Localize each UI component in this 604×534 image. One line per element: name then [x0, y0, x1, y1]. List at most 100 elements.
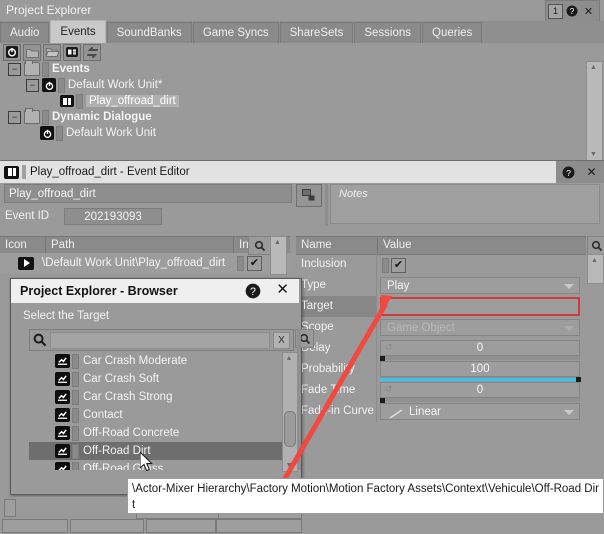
property-row-probability[interactable]: Probability 100: [296, 359, 586, 382]
list-item[interactable]: Contact: [29, 406, 294, 424]
shortcut-button[interactable]: [296, 184, 322, 207]
event-name-field[interactable]: Play_offroad_dirt: [4, 184, 292, 203]
probability-value[interactable]: 100: [380, 361, 580, 377]
project-explorer-tree[interactable]: − Events − Default Work Unit* Play_offro…: [0, 61, 580, 159]
browser-search-input[interactable]: [50, 331, 270, 349]
list-item[interactable]: Car Crash Moderate: [29, 352, 294, 370]
clear-search-button[interactable]: X: [273, 331, 290, 349]
tree-item-dynamic-dialogue[interactable]: − Dynamic Dialogue: [0, 108, 580, 125]
column-path[interactable]: Path: [46, 237, 234, 254]
property-row-type[interactable]: Type Play: [296, 275, 586, 296]
tree-item-default-work-unit[interactable]: − Default Work Unit*: [0, 77, 580, 93]
event-icon[interactable]: [63, 43, 81, 61]
property-value[interactable]: 100: [378, 359, 586, 382]
action-table-row[interactable]: \Default Work Unit\Play_offroad_dirt ✔: [0, 253, 290, 273]
inclusion-checkbox[interactable]: ✔: [391, 258, 406, 273]
notes-field[interactable]: Notes: [330, 184, 600, 224]
scroll-up-icon[interactable]: ▲: [283, 353, 295, 364]
property-row-delay[interactable]: Delay 0 ↺: [296, 338, 586, 361]
reset-icon[interactable]: ↺: [383, 384, 394, 395]
chevron-down-icon: [564, 410, 574, 415]
property-value[interactable]: Linear: [378, 401, 586, 422]
tree-item-events[interactable]: − Events: [0, 61, 580, 77]
property-value[interactable]: 0 ↺: [378, 380, 586, 403]
scroll-up-icon[interactable]: ▲: [588, 255, 601, 266]
tab-soundbanks[interactable]: SoundBanks: [106, 22, 192, 43]
tab-events[interactable]: Events: [50, 20, 106, 43]
search-icon: [30, 333, 50, 347]
list-item[interactable]: Off-Road Concrete: [29, 424, 294, 442]
scope-combobox[interactable]: Game Object: [380, 319, 580, 336]
column-icon[interactable]: Icon: [0, 237, 46, 254]
project-explorer-scrollbar[interactable]: ▲ ▼: [586, 61, 603, 161]
tree-item-label: Dynamic Dialogue: [52, 111, 152, 123]
list-item[interactable]: Off-Road Grass: [29, 460, 294, 470]
fade-in-curve-combobox[interactable]: Linear: [380, 403, 580, 420]
tree-item-dd-default-work-unit[interactable]: Default Work Unit: [0, 125, 580, 141]
tree-expander[interactable]: −: [8, 110, 21, 124]
new-folder-icon[interactable]: [23, 43, 41, 61]
property-value[interactable]: ✔: [378, 254, 586, 275]
work-unit-icon[interactable]: [3, 43, 21, 61]
properties-search-icon[interactable]: [587, 236, 604, 255]
list-item-selected[interactable]: Off-Road Dirt: [29, 442, 294, 460]
column-name[interactable]: Name: [296, 237, 378, 254]
tooltip-text: \Actor-Mixer Hierarchy\Factory Motion\Mo…: [132, 483, 599, 511]
window-count-button[interactable]: 1: [548, 3, 563, 19]
property-row-target[interactable]: Target: [296, 296, 586, 317]
tab-queries[interactable]: Queries: [422, 22, 483, 43]
help-icon[interactable]: ?: [245, 283, 261, 299]
action-table-scrollbar[interactable]: ▲: [270, 236, 287, 275]
list-item[interactable]: Car Crash Strong: [29, 388, 294, 406]
tree-expander[interactable]: −: [26, 78, 39, 92]
column-value[interactable]: Value: [378, 237, 585, 254]
tab-audio[interactable]: Audio: [0, 22, 50, 43]
scroll-down-icon[interactable]: ▼: [283, 460, 295, 471]
property-row-inclusion[interactable]: Inclusion ✔: [296, 254, 586, 275]
open-folder-icon[interactable]: [43, 43, 61, 61]
target-field[interactable]: [380, 297, 580, 316]
svg-text:?: ?: [569, 7, 574, 16]
scroll-up-icon[interactable]: ▲: [271, 237, 284, 248]
tree-item-play-offroad-dirt[interactable]: Play_offroad_dirt: [0, 93, 580, 109]
action-table-search-icon[interactable]: [248, 236, 272, 255]
close-icon[interactable]: ✕: [580, 3, 597, 20]
properties-scrollbar[interactable]: ▲: [587, 254, 604, 284]
browser-titlebar: Project Explorer - Browser ? ✕: [11, 279, 299, 303]
property-value[interactable]: 0 ↺: [378, 338, 586, 361]
tab-game-syncs[interactable]: Game Syncs: [192, 22, 279, 43]
list-item[interactable]: Car Crash Soft: [29, 370, 294, 388]
work-unit-icon: [40, 126, 54, 140]
path-tooltip: \Actor-Mixer Hierarchy\Factory Motion\Mo…: [127, 478, 604, 514]
help-icon[interactable]: ?: [560, 164, 577, 181]
tree-expander[interactable]: −: [8, 62, 21, 76]
mouse-cursor: [140, 452, 153, 472]
scroll-down-icon[interactable]: ▼: [587, 149, 600, 160]
property-value[interactable]: Game Object: [378, 317, 586, 338]
close-icon[interactable]: ✕: [276, 282, 289, 298]
help-icon[interactable]: ?: [563, 3, 580, 20]
browser-result-list[interactable]: Car Crash Moderate Car Crash Soft Car Cr…: [29, 352, 294, 470]
property-row-scope[interactable]: Scope Game Object: [296, 317, 586, 338]
delay-value[interactable]: 0: [380, 340, 580, 356]
type-combobox[interactable]: Play: [380, 277, 580, 294]
tab-sharesets[interactable]: ShareSets: [279, 22, 354, 43]
property-value[interactable]: Play: [378, 275, 586, 296]
sfx-icon: [55, 462, 70, 470]
reset-icon[interactable]: ↺: [383, 342, 394, 353]
property-row-fade-time[interactable]: Fade Time 0 ↺: [296, 380, 586, 403]
project-explorer-window: Project Explorer 1 ? ✕ Audio Events Soun…: [0, 0, 604, 161]
inclusion-checkbox[interactable]: ✔: [247, 256, 262, 271]
browser-list-scrollbar[interactable]: ▲ ▼: [282, 352, 298, 472]
property-value[interactable]: [378, 296, 586, 317]
event-id-value[interactable]: 202193093: [64, 208, 162, 225]
scroll-up-icon[interactable]: ▲: [587, 62, 600, 73]
fade-time-value[interactable]: 0: [380, 382, 580, 398]
close-icon[interactable]: ✕: [583, 164, 600, 181]
bottom-strip: [216, 519, 302, 533]
property-row-fade-in-curve[interactable]: Fade-in Curve Linear: [296, 401, 586, 422]
scrollbar-thumb[interactable]: [284, 411, 296, 447]
event-editor-titlebar: Play_offroad_dirt - Event Editor ? ✕: [0, 160, 604, 183]
tab-sessions[interactable]: Sessions: [354, 22, 422, 43]
refresh-icon[interactable]: [83, 43, 101, 61]
